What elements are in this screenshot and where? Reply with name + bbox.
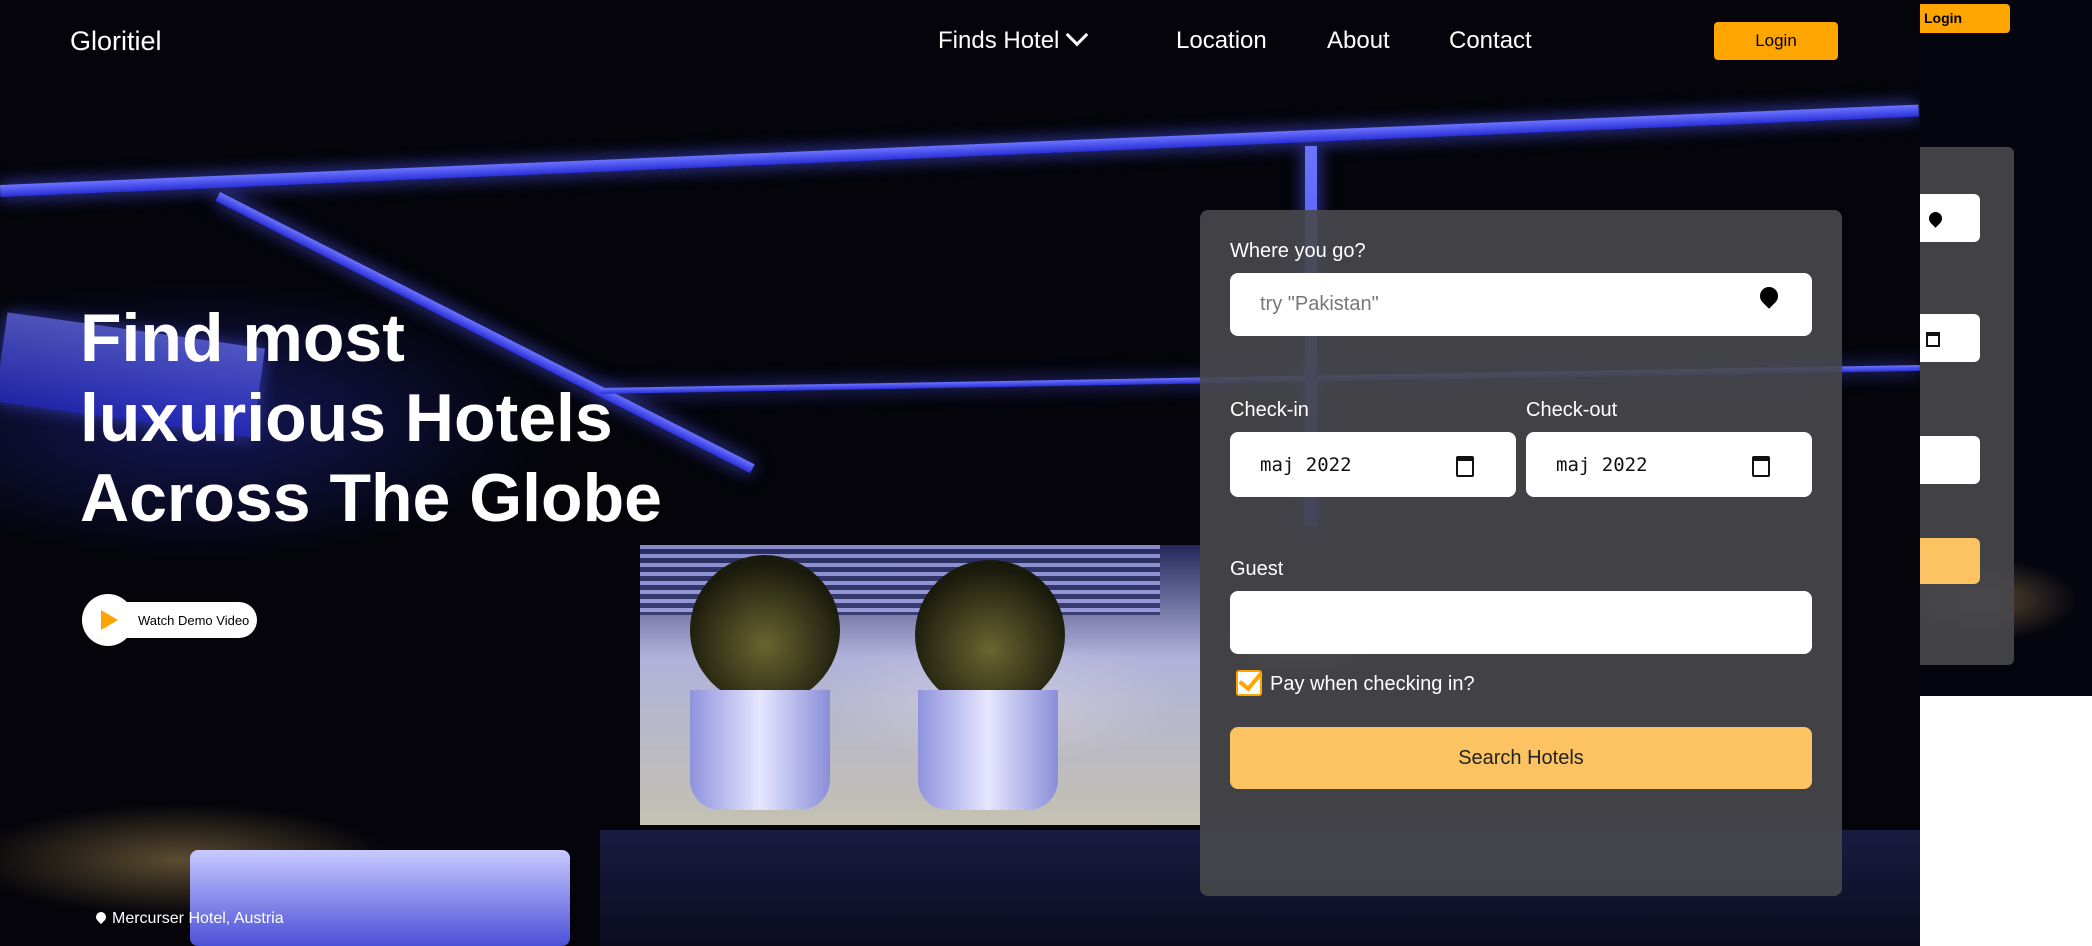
play-button-circle[interactable] (82, 594, 134, 646)
watch-demo-label: Watch Demo Video (138, 613, 250, 628)
bg-beam-top (0, 104, 1919, 197)
bg-plant-1 (690, 555, 840, 705)
nav-contact[interactable]: Contact (1449, 27, 1532, 55)
checkin-date-value: maj 2022 (1260, 454, 1352, 476)
pay-checkbox[interactable] (1236, 670, 1262, 696)
booking-card: Where you go? try "Pakistan" Check-in ma… (1200, 210, 1842, 896)
destination-placeholder: try "Pakistan" (1260, 293, 1379, 315)
location-pin-icon (93, 909, 109, 925)
location-pin-icon (1756, 283, 1782, 309)
nav-about[interactable]: About (1327, 27, 1390, 55)
hero-headline: Find most luxurious Hotels Across The Gl… (80, 298, 662, 538)
play-icon (101, 610, 118, 630)
checkout-label: Check-out (1526, 399, 1618, 421)
headline-line-2: luxurious Hotels (80, 380, 613, 456)
watch-demo-button[interactable]: Watch Demo Video (82, 594, 257, 646)
checkout-date-value: maj 2022 (1556, 454, 1648, 476)
duplicate-booking-card (1920, 147, 2014, 665)
guest-label: Guest (1230, 558, 1284, 580)
checkout-date-input[interactable]: maj 2022 (1526, 432, 1812, 497)
location-pin-icon (1926, 209, 1945, 228)
nav-finds-hotel-label: Finds Hotel (938, 27, 1060, 54)
duplicate-date-input[interactable] (1920, 314, 1980, 362)
bg-sofa (190, 850, 570, 946)
checkin-label: Check-in (1230, 399, 1309, 421)
brand-logo[interactable]: Gloritiel (70, 26, 162, 57)
bg-pot-1 (690, 690, 830, 810)
hotel-location-label: Mercurser Hotel, Austria (112, 910, 284, 927)
duplicate-search-button[interactable] (1920, 538, 1980, 584)
duplicate-login-button[interactable]: Login (1920, 4, 2010, 33)
nav-location[interactable]: Location (1176, 27, 1267, 55)
login-button[interactable]: Login (1714, 22, 1838, 60)
headline-line-1: Find most (80, 300, 405, 376)
calendar-icon (1926, 332, 1940, 347)
nav-finds-hotel[interactable]: Finds Hotel (938, 23, 1089, 55)
bg-plant-2 (915, 560, 1065, 710)
calendar-icon[interactable] (1752, 456, 1770, 477)
hero-section: Gloritiel Finds Hotel Location About Con… (0, 0, 1920, 946)
destination-input[interactable]: try "Pakistan" (1230, 273, 1812, 336)
pay-label: Pay when checking in? (1270, 673, 1475, 695)
chevron-down-icon (1066, 23, 1089, 47)
hotel-location: Mercurser Hotel, Austria (93, 909, 284, 928)
duplicate-view-strip: Login (1920, 0, 2092, 696)
duplicate-guest-input[interactable] (1920, 436, 1980, 484)
bg-pot-2 (918, 690, 1058, 810)
checkin-date-input[interactable]: maj 2022 (1230, 432, 1516, 497)
where-label: Where you go? (1230, 240, 1366, 262)
guest-input[interactable] (1230, 591, 1812, 654)
calendar-icon[interactable] (1456, 456, 1474, 477)
duplicate-destination-input[interactable] (1920, 194, 1980, 242)
headline-line-3: Across The Globe (80, 460, 662, 536)
search-hotels-button[interactable]: Search Hotels (1230, 727, 1812, 789)
